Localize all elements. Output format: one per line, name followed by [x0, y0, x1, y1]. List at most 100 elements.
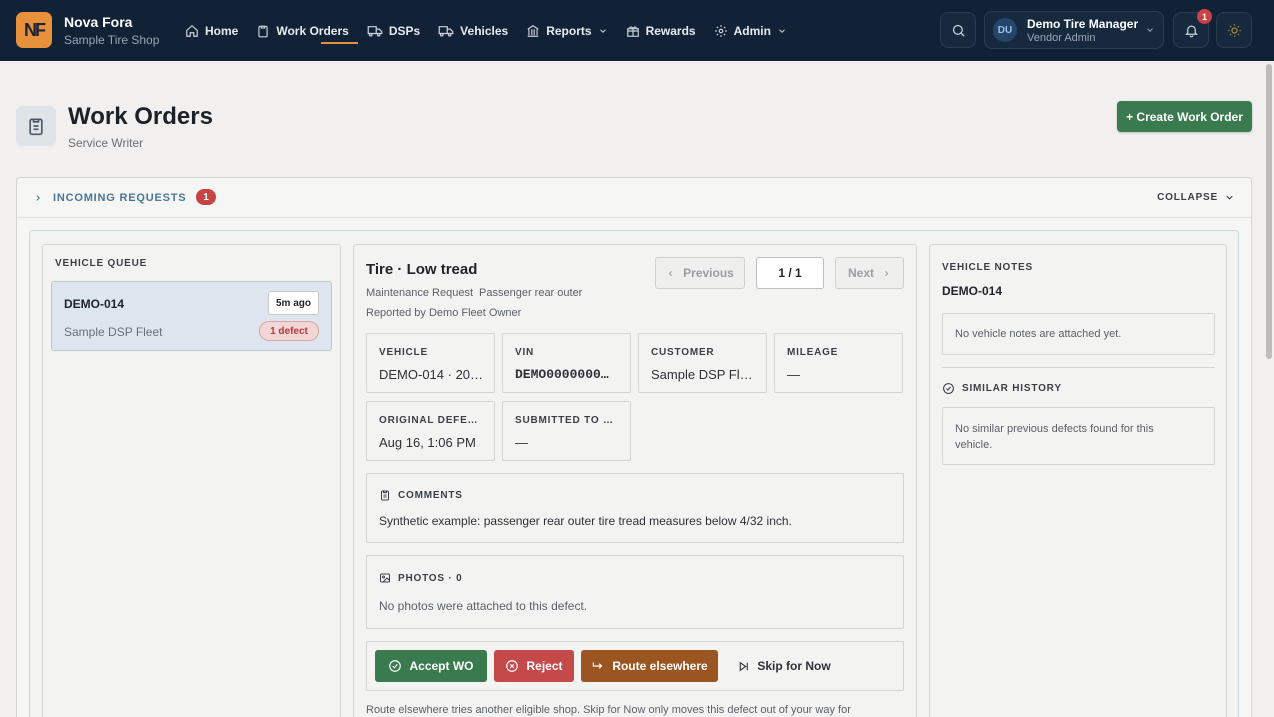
page-subtitle: Service Writer — [68, 136, 144, 150]
reported-by: Reported by Demo Fleet Owner — [366, 307, 522, 319]
nav-reports[interactable]: Reports — [517, 0, 616, 61]
nav-work-orders[interactable]: Work Orders — [247, 0, 359, 61]
field-value: — — [787, 367, 800, 382]
history-empty-box: No similar previous defects found for th… — [942, 407, 1215, 465]
history-empty-text: No similar previous defects found for th… — [955, 423, 1154, 451]
comments-text: Synthetic example: passenger rear outer … — [379, 514, 792, 528]
check-circle-icon — [389, 660, 402, 672]
nav-vehicles[interactable]: Vehicles — [429, 0, 517, 61]
user-name: Demo Tire Manager — [1027, 16, 1139, 31]
image-icon — [380, 573, 390, 583]
bank-icon — [527, 24, 539, 37]
create-work-order-button[interactable]: + Create Work Order — [1117, 101, 1252, 132]
accept-wo-button[interactable]: Accept WO — [375, 650, 487, 682]
next-label: Next — [847, 266, 874, 280]
queue-item-fleet: Sample DSP Fleet — [64, 325, 163, 339]
incoming-requests-header[interactable]: INCOMING REQUESTS 1 COLLAPSE — [17, 178, 1251, 218]
field-value: Sample DSP Fle… — [651, 367, 759, 382]
theme-toggle-button[interactable] — [1216, 12, 1252, 48]
photos-empty-text: No photos were attached to this defect. — [379, 599, 588, 613]
page-icon — [16, 106, 56, 146]
chevron-left-icon — [668, 270, 673, 276]
clipboard-icon — [258, 25, 269, 37]
sun-icon — [1227, 23, 1241, 37]
comments-header: COMMENTS — [379, 489, 463, 501]
pager-position: 1 / 1 — [756, 257, 824, 289]
comments-section: COMMENTS Synthetic example: passenger re… — [366, 473, 904, 543]
vehicle-queue: VEHICLE QUEUE DEMO-014 Sample DSP Fleet … — [42, 244, 341, 717]
incoming-requests-label: INCOMING REQUESTS — [53, 192, 187, 204]
skip-label: Skip for Now — [757, 659, 831, 673]
user-menu[interactable]: DU Demo Tire Manager Vendor Admin — [984, 11, 1164, 49]
field-label: VEHICLE — [379, 347, 428, 358]
photos-section: PHOTOS · 0 No photos were attached to th… — [366, 555, 904, 629]
bell-icon — [1184, 25, 1198, 37]
field-value: DEMO-014 · 20… — [379, 367, 484, 382]
incoming-requests-panel: INCOMING REQUESTS 1 COLLAPSE VEHICLE QUE… — [16, 177, 1252, 717]
vehicle-notes: VEHICLE NOTES DEMO-014 No vehicle notes … — [929, 244, 1227, 717]
previous-label: Previous — [683, 266, 734, 280]
clipboard-icon — [381, 490, 389, 501]
nav-work-orders-label: Work Orders — [276, 23, 349, 38]
nav-vehicles-label: Vehicles — [460, 23, 509, 38]
defect-type: Maintenance Request — [366, 287, 474, 299]
chevron-down-icon — [779, 28, 785, 33]
x-circle-icon — [506, 660, 519, 672]
field-original-defect: ORIGINAL DEFE… Aug 16, 1:06 PM — [366, 401, 495, 461]
previous-button[interactable]: Previous — [655, 257, 745, 289]
requests-body: VEHICLE QUEUE DEMO-014 Sample DSP Fleet … — [29, 230, 1239, 717]
brand-name: Nova Fora — [64, 14, 133, 30]
nav-rewards[interactable]: Rewards — [617, 0, 705, 61]
search-button[interactable] — [940, 12, 976, 48]
nav-home-label: Home — [205, 23, 239, 38]
incoming-count-badge: 1 — [196, 189, 216, 205]
field-vin: VIN DEMO0000000… — [502, 333, 631, 393]
notification-count-badge: 1 — [1197, 9, 1212, 24]
photos-header: PHOTOS · 0 — [379, 572, 463, 584]
nav-rewards-label: Rewards — [645, 23, 696, 38]
defect-position: Passenger rear outer — [479, 287, 583, 299]
actions-footnote: Route elsewhere tries another eligible s… — [366, 704, 851, 716]
field-value: DEMO0000000… — [515, 367, 609, 382]
nav-home[interactable]: Home — [176, 0, 247, 61]
clipboard-icon — [29, 118, 43, 136]
chevron-down-icon — [1226, 195, 1233, 200]
field-mileage: MILEAGE — — [774, 333, 903, 393]
collapse-label: COLLAPSE — [1157, 192, 1218, 203]
top-navbar: NF Nova Fora Sample Tire Shop Home Work … — [0, 0, 1274, 61]
page-title: Work Orders — [68, 103, 213, 130]
nav-dsps[interactable]: DSPs — [358, 0, 429, 61]
check-circle-icon — [943, 383, 954, 394]
skip-icon — [740, 661, 749, 671]
vehicle-queue-label: VEHICLE QUEUE — [55, 258, 148, 269]
comments-label: COMMENTS — [398, 489, 463, 501]
gear-icon — [714, 24, 727, 37]
reject-label: Reject — [526, 659, 563, 673]
collapse-button[interactable]: COLLAPSE — [1157, 192, 1235, 203]
route-elsewhere-button[interactable]: Route elsewhere — [581, 650, 718, 682]
defect-meta: Maintenance Request Passenger rear outer — [366, 287, 582, 299]
truck-icon — [438, 25, 454, 37]
queue-item-defect-badge: 1 defect — [259, 321, 319, 341]
next-button[interactable]: Next — [835, 257, 904, 289]
vehicle-notes-label: VEHICLE NOTES — [942, 262, 1033, 273]
notes-vehicle-id: DEMO-014 — [942, 284, 1003, 298]
field-customer: CUSTOMER Sample DSP Fle… — [638, 333, 767, 393]
defect-title: Tire · Low tread — [366, 261, 478, 278]
photos-label: PHOTOS · 0 — [398, 572, 463, 584]
defect-detail: Tire · Low tread Maintenance Request Pas… — [353, 244, 917, 717]
app-logo[interactable]: NF — [16, 12, 52, 48]
skip-for-now-button[interactable]: Skip for Now — [729, 650, 839, 682]
field-value: — — [515, 435, 528, 450]
reject-button[interactable]: Reject — [494, 650, 574, 682]
nav-admin[interactable]: Admin — [705, 0, 796, 61]
divider — [942, 367, 1215, 368]
field-label: VIN — [515, 347, 535, 358]
page-scrollbar[interactable] — [1266, 64, 1272, 359]
field-label: MILEAGE — [787, 347, 839, 358]
brand-block: Nova Fora Sample Tire Shop — [64, 14, 159, 47]
route-label: Route elsewhere — [612, 659, 708, 673]
queue-item[interactable]: DEMO-014 Sample DSP Fleet 5m ago 1 defec… — [51, 281, 332, 351]
nav-dsps-label: DSPs — [388, 23, 421, 38]
accept-label: Accept WO — [409, 659, 474, 673]
